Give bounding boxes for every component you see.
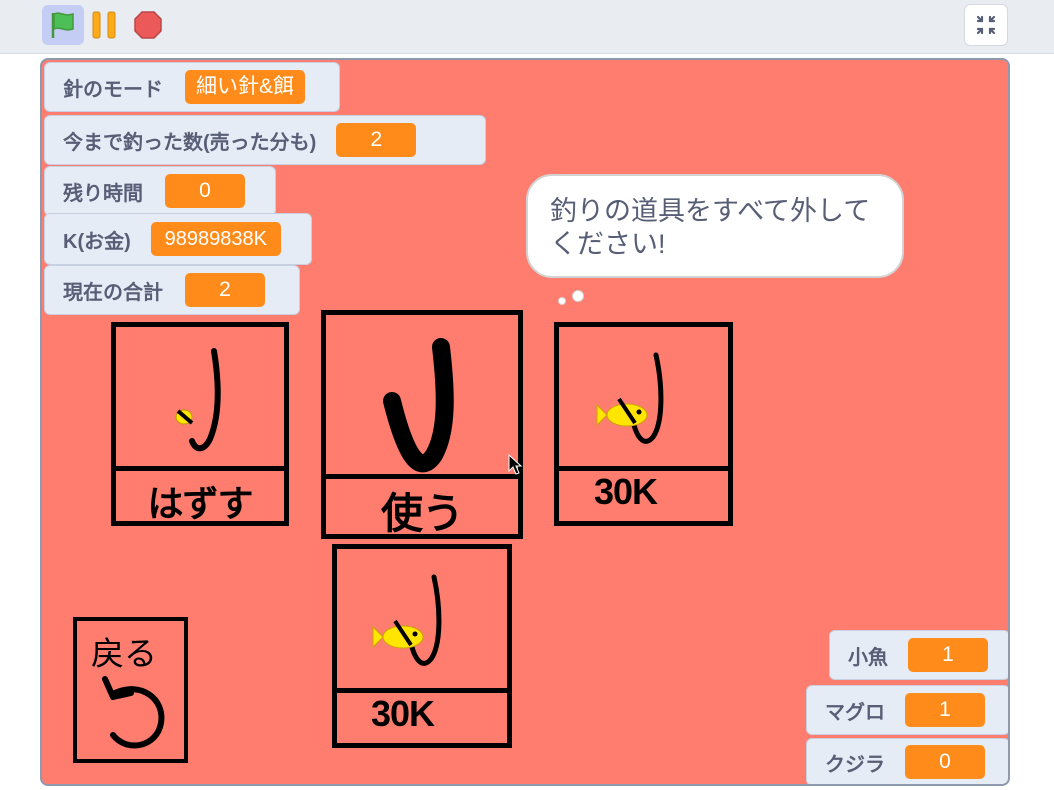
pause-button[interactable] (91, 11, 119, 39)
hook-with-fish-icon (372, 574, 442, 666)
monitor-value: 2 (336, 123, 417, 157)
monitor-label: マグロ (825, 701, 885, 724)
speech-bubble: 釣りの道具をすべて外してください! (526, 174, 904, 278)
monitor-label: 今まで釣った数(売った分も) (63, 131, 317, 154)
monitor-money: K(お金) 98989838K (44, 213, 312, 265)
green-flag-button[interactable] (42, 5, 84, 45)
monitor-hook-mode: 針のモード 細い針&餌 (44, 62, 340, 112)
card-divider (326, 474, 518, 479)
monitor-value: 98989838K (150, 222, 281, 256)
card-label: はずす (147, 483, 253, 524)
monitor-current-total: 現在の合計 2 (44, 265, 300, 315)
monitor-label: 針のモード (63, 78, 163, 101)
back-button-label: 戻る (91, 635, 157, 672)
monitor-label: 残り時間 (63, 182, 143, 205)
monitor-label: クジラ (825, 753, 885, 776)
mouse-cursor-icon (508, 454, 523, 475)
monitor-small-fish: 小魚 1 (829, 630, 1008, 680)
monitor-value: 1 (905, 693, 985, 727)
back-button[interactable]: 戻る (73, 617, 188, 763)
monitor-value: 0 (905, 745, 985, 779)
card-label: 30K (594, 471, 658, 512)
pause-icon (92, 11, 116, 39)
stage-toolbar (0, 0, 1054, 54)
thick-hook-icon (383, 338, 454, 473)
thought-dot (572, 290, 584, 302)
monitor-value: 細い針&餌 (185, 70, 305, 104)
speech-bubble-text: 釣りの道具をすべて外してください! (550, 196, 871, 259)
shop-card-30k[interactable]: 30K (554, 322, 733, 526)
undo-arrow-icon (102, 676, 165, 749)
monitor-label: K(お金) (63, 230, 131, 253)
monitor-tuna: マグロ 1 (806, 685, 1008, 735)
use-hook-card[interactable]: 使う (321, 310, 523, 539)
monitor-value: 1 (908, 638, 988, 672)
monitor-total-caught: 今まで釣った数(売った分も) 2 (44, 115, 486, 165)
thin-hook-with-bait-icon (175, 348, 221, 452)
card-label: 使う (380, 490, 464, 537)
exit-fullscreen-button[interactable] (964, 4, 1008, 46)
card-label: 30K (371, 693, 435, 734)
stop-icon (134, 11, 162, 39)
green-flag-icon (51, 12, 74, 38)
stage[interactable]: 針のモード 細い針&餌 今まで釣った数(売った分も) 2 残り時間 0 K(お金… (40, 58, 1010, 786)
monitor-whale: クジラ 0 (806, 738, 1008, 784)
thought-dot (558, 297, 566, 305)
exit-fullscreen-icon (976, 15, 996, 35)
monitor-time-left: 残り時間 0 (44, 166, 276, 216)
monitor-value: 0 (165, 174, 245, 208)
stop-button[interactable] (134, 10, 162, 40)
monitor-label: 小魚 (848, 646, 888, 669)
card-divider (116, 466, 284, 471)
monitor-value: 2 (185, 273, 265, 307)
remove-hook-card[interactable]: はずす (111, 322, 289, 526)
shop-card-30k[interactable]: 30K (332, 544, 512, 748)
hook-with-fish-icon (596, 352, 664, 444)
monitor-label: 現在の合計 (63, 281, 163, 304)
